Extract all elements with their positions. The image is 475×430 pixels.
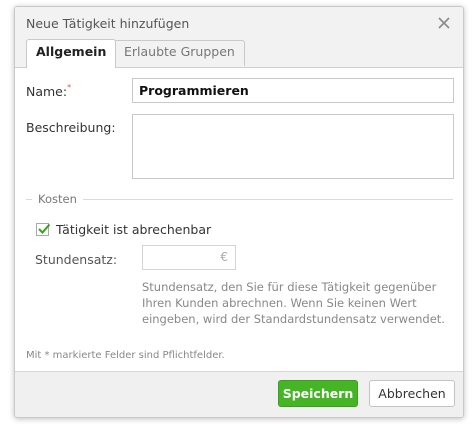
- description-label: Beschreibung:: [26, 120, 116, 135]
- hourly-rate-label: Stundensatz:: [35, 252, 118, 267]
- billable-checkbox[interactable]: [36, 223, 51, 236]
- billable-label[interactable]: Tätigkeit ist abrechenbar: [56, 222, 211, 237]
- checkmark-icon: [38, 223, 51, 234]
- dialog-header: Neue Tätigkeit hinzufügen Allgemein Erla…: [15, 7, 463, 68]
- cancel-button[interactable]: Abbrechen: [369, 380, 455, 407]
- close-icon[interactable]: [436, 15, 452, 31]
- save-button[interactable]: Speichern: [278, 380, 358, 407]
- required-marker: *: [67, 83, 72, 92]
- euro-symbol: €: [220, 250, 228, 264]
- tab-erlaubte-gruppen[interactable]: Erlaubte Gruppen: [114, 40, 245, 66]
- dialog-footer: Speichern Abbrechen: [15, 371, 463, 417]
- name-label: Name:*: [26, 83, 72, 99]
- description-textarea[interactable]: [132, 114, 454, 179]
- hourly-rate-input[interactable]: €: [142, 245, 236, 270]
- hourly-rate-hint: Stundensatz, den Sie für diese Tätigkeit…: [142, 280, 445, 326]
- add-activity-dialog: Neue Tätigkeit hinzufügen Allgemein Erla…: [14, 6, 464, 418]
- name-input[interactable]: [132, 78, 454, 103]
- costs-divider: [26, 199, 453, 200]
- costs-legend: Kosten: [32, 192, 83, 206]
- tab-allgemein[interactable]: Allgemein: [26, 39, 117, 68]
- required-fields-note: Mit * markierte Felder sind Pflichtfelde…: [26, 350, 225, 361]
- dialog-title: Neue Tätigkeit hinzufügen: [26, 16, 190, 31]
